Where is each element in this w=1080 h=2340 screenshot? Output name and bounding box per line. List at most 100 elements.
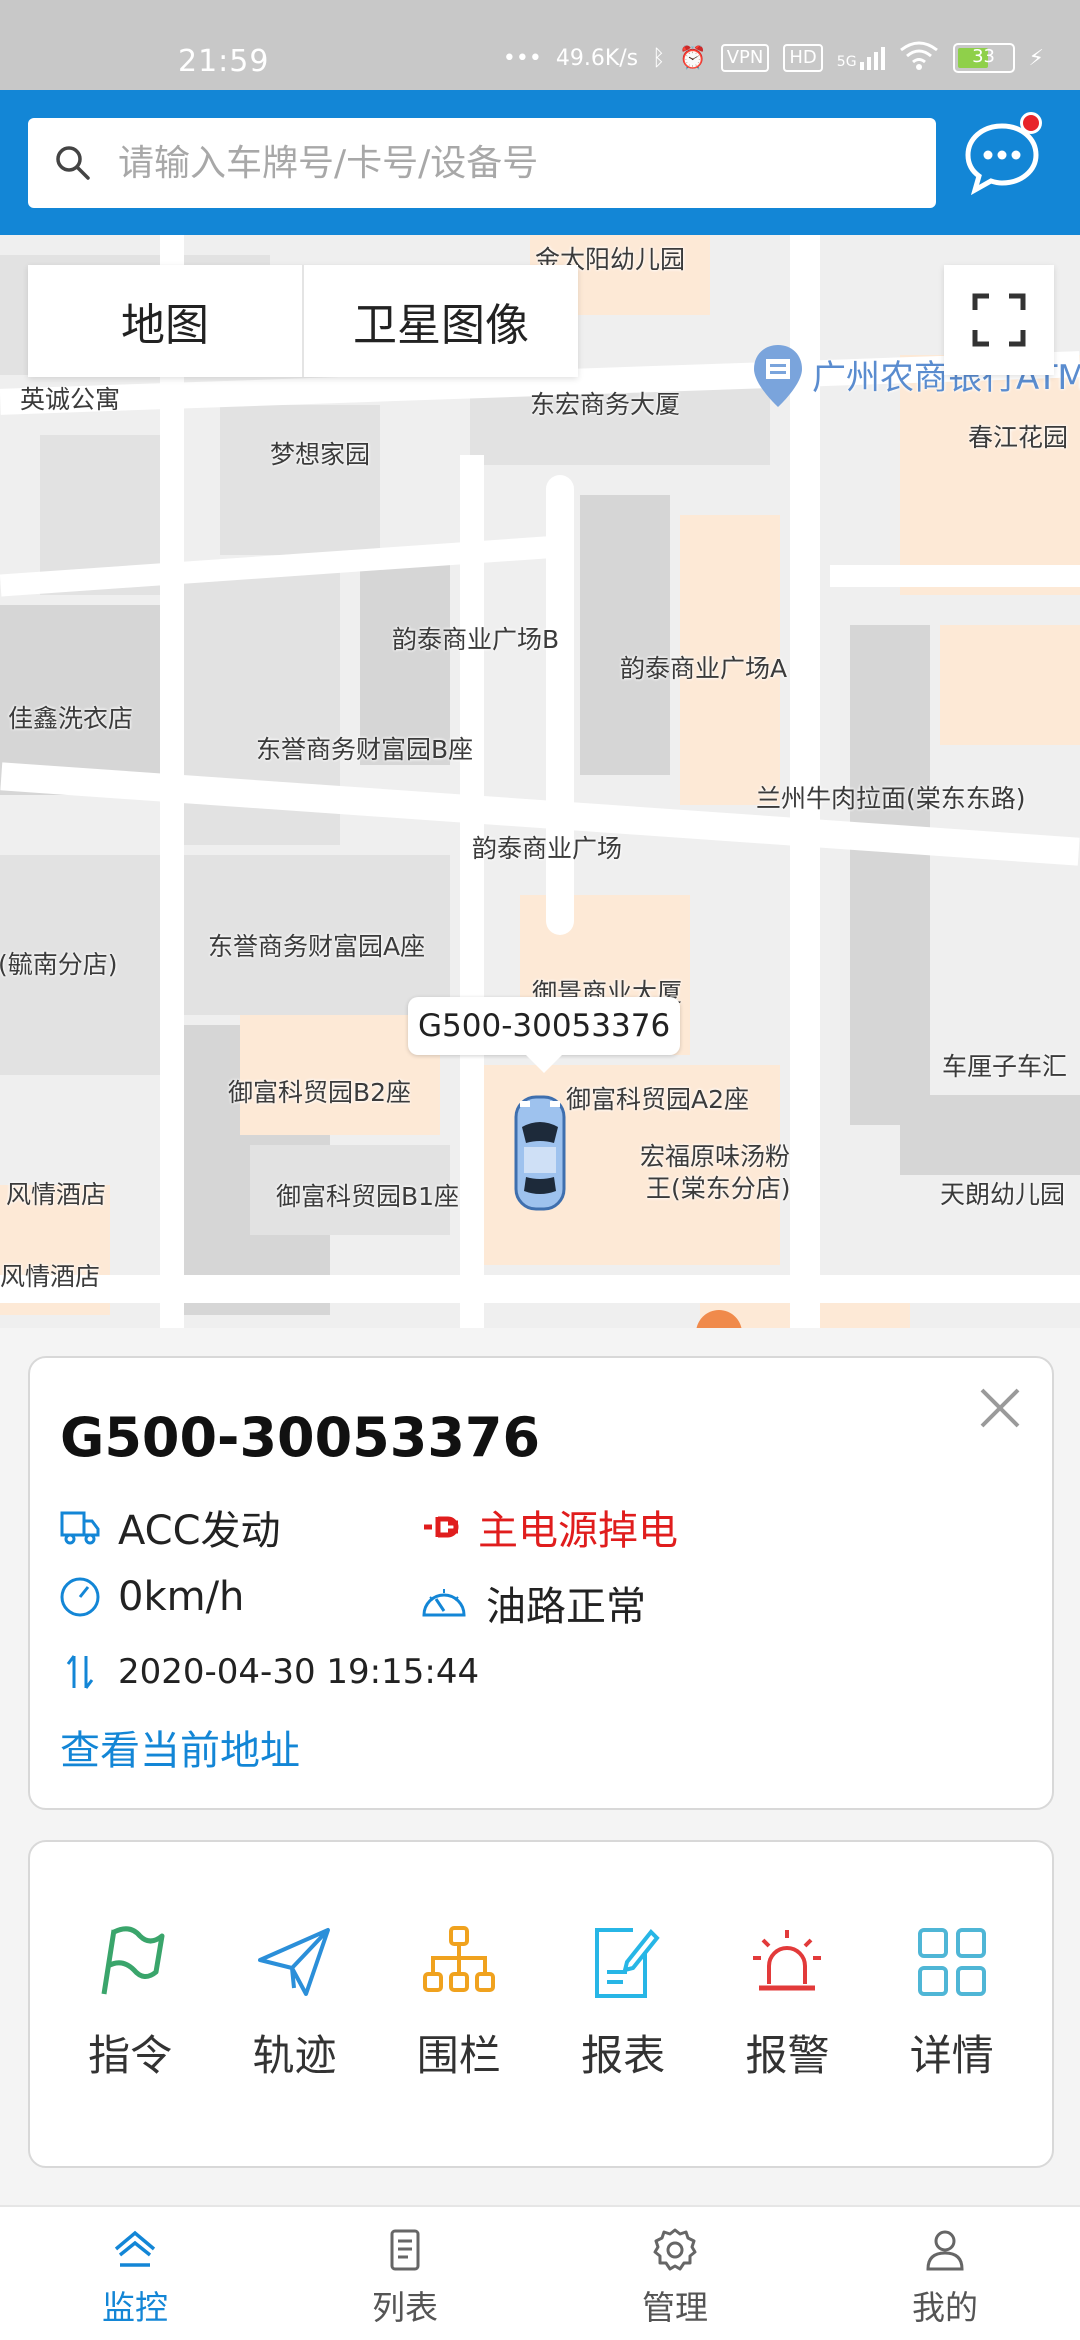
action-label: 报警 <box>745 2031 830 2080</box>
action-label: 指令 <box>88 2031 173 2080</box>
bottom-navigation: 监控 列表 管理 我的 <box>0 2205 1080 2340</box>
action-label: 围栏 <box>416 2031 501 2080</box>
speed-value: 0km/h <box>118 1574 245 1620</box>
update-time: 2020-04-30 19:15:44 <box>118 1652 480 1692</box>
place-label: 东誉商务财富园B座 <box>256 735 474 764</box>
place-label: 风情酒店 <box>6 1180 107 1209</box>
action-details[interactable]: 详情 <box>877 1922 1027 2083</box>
nav-profile[interactable]: 我的 <box>810 2207 1080 2340</box>
hd-badge: HD <box>783 44 823 72</box>
grid-icon <box>917 1928 986 1996</box>
vehicle-plate: G500-30053376 <box>60 1406 541 1469</box>
place-label: (毓南分店) <box>0 950 118 979</box>
oil-status: 油路正常 <box>486 1584 646 1630</box>
signal-label: 5G <box>836 53 857 70</box>
place-label: 宏福原味汤粉 <box>640 1142 791 1171</box>
power-status-row: 主电源掉电 <box>418 1498 678 1556</box>
nav-label: 监控 <box>102 2288 168 2327</box>
search-icon <box>28 143 118 183</box>
close-icon <box>980 1388 1020 1428</box>
network-speed: 49.6K/s <box>555 45 639 71</box>
map-view[interactable]: 金太阳幼儿园 英诚公寓 东宏商务大厦 广州农商银行ATM 春江花园 梦想家园 韵… <box>0 235 1080 1328</box>
truck-icon <box>60 1511 100 1545</box>
place-label: 王(棠东分店) <box>646 1174 791 1203</box>
view-address-link[interactable]: 查看当前地址 <box>60 1718 300 1776</box>
nav-label: 我的 <box>912 2288 978 2327</box>
fullscreen-icon <box>972 293 1026 347</box>
tab-satellite[interactable]: 卫星图像 <box>302 265 578 377</box>
speed-row: 0km/h <box>58 1574 244 1620</box>
place-label: 兰州牛肉拉面(棠东东路) <box>756 784 1026 813</box>
action-alarm[interactable]: 报警 <box>712 1922 862 2083</box>
place-label: 车厘子车汇 <box>942 1052 1068 1081</box>
place-label: 东誉商务财富园A座 <box>208 932 426 961</box>
map-type-switcher: 地图 卫星图像 <box>28 265 578 377</box>
place-label: 韵泰商业广场 <box>472 834 623 863</box>
action-label: 报表 <box>581 2031 666 2080</box>
place-label: 梦想家园 <box>270 440 371 469</box>
bank-pin-icon <box>750 343 806 413</box>
report-icon <box>595 1928 660 1998</box>
acc-status-row: ACC发动 <box>58 1498 281 1556</box>
place-label: 韵泰商业广场A <box>620 654 788 683</box>
action-label: 轨迹 <box>252 2031 337 2080</box>
power-status: 主电源掉电 <box>478 1508 678 1554</box>
nav-manage[interactable]: 管理 <box>540 2207 810 2340</box>
flag-icon <box>101 1926 165 1995</box>
wifi-icon <box>899 40 939 76</box>
fullscreen-button[interactable] <box>944 265 1054 375</box>
nav-label: 管理 <box>642 2288 708 2327</box>
battery-icon: 33 <box>952 43 1015 73</box>
place-label: 御富科贸园B2座 <box>228 1078 412 1107</box>
action-label: 详情 <box>909 2031 994 2080</box>
action-track[interactable]: 轨迹 <box>219 1922 369 2083</box>
car-marker-icon[interactable] <box>512 1093 568 1217</box>
paper-plane-icon <box>258 1928 331 1996</box>
nav-label: 列表 <box>372 2288 438 2327</box>
status-bar: 21:59 ••• 49.6K/s ᛒ ⏰ VPN HD 5G 33 ⚡ <box>0 0 1080 90</box>
close-button[interactable] <box>970 1378 1030 1438</box>
tab-map[interactable]: 地图 <box>28 265 302 377</box>
place-label: 御富科贸园B1座 <box>276 1182 460 1211</box>
dots-icon: ••• <box>502 45 542 71</box>
signal-icon: 5G <box>836 46 885 70</box>
acc-status: ACC发动 <box>118 1508 281 1554</box>
alarm-icon <box>753 1930 822 1991</box>
plug-icon <box>424 1516 459 1538</box>
charging-icon: ⚡ <box>1028 45 1044 71</box>
action-command[interactable]: 指令 <box>55 1922 205 2083</box>
status-time: 21:59 <box>178 44 270 79</box>
place-label: 东宏商务大厦 <box>530 390 681 419</box>
action-fence[interactable]: 围栏 <box>384 1922 534 2083</box>
list-doc-icon <box>390 2229 420 2271</box>
nav-monitor[interactable]: 监控 <box>0 2207 270 2340</box>
place-label: 英诚公寓 <box>20 385 121 414</box>
gauge-icon <box>422 1589 466 1617</box>
vehicle-map-label[interactable]: G500-30053376 <box>408 997 681 1073</box>
gear-icon <box>653 2228 697 2271</box>
user-icon <box>926 2230 964 2271</box>
bluetooth-icon: ᛒ <box>652 45 666 71</box>
vpn-badge: VPN <box>720 44 770 72</box>
action-report[interactable]: 报表 <box>548 1922 698 2083</box>
search-bar[interactable] <box>28 118 936 208</box>
place-label: 御富科贸园A2座 <box>566 1085 750 1114</box>
place-label: 天朗幼儿园 <box>940 1180 1066 1209</box>
timestamp-row: 2020-04-30 19:15:44 <box>58 1650 479 1694</box>
nav-list[interactable]: 列表 <box>270 2207 540 2340</box>
place-label: 春江花园 <box>968 423 1069 452</box>
app-header <box>0 90 1080 235</box>
alarm-clock-icon: ⏰ <box>679 45 707 71</box>
unread-dot <box>1020 112 1042 134</box>
place-label: 韵泰商业广场B <box>392 625 560 654</box>
place-label: 风情酒店 <box>0 1262 101 1291</box>
place-label: 佳鑫洗衣店 <box>8 704 134 733</box>
status-icons: ••• 49.6K/s ᛒ ⏰ VPN HD 5G 33 ⚡ <box>503 40 1044 76</box>
sync-arrows-icon <box>66 1655 94 1689</box>
search-input[interactable] <box>118 142 918 184</box>
oil-status-row: 油路正常 <box>418 1574 646 1632</box>
network-icon <box>422 1926 495 1992</box>
battery-level: 33 <box>972 46 995 67</box>
action-panel: 指令 轨迹 围栏 报表 报警 详情 <box>28 1840 1054 2168</box>
speed-icon <box>60 1577 100 1617</box>
